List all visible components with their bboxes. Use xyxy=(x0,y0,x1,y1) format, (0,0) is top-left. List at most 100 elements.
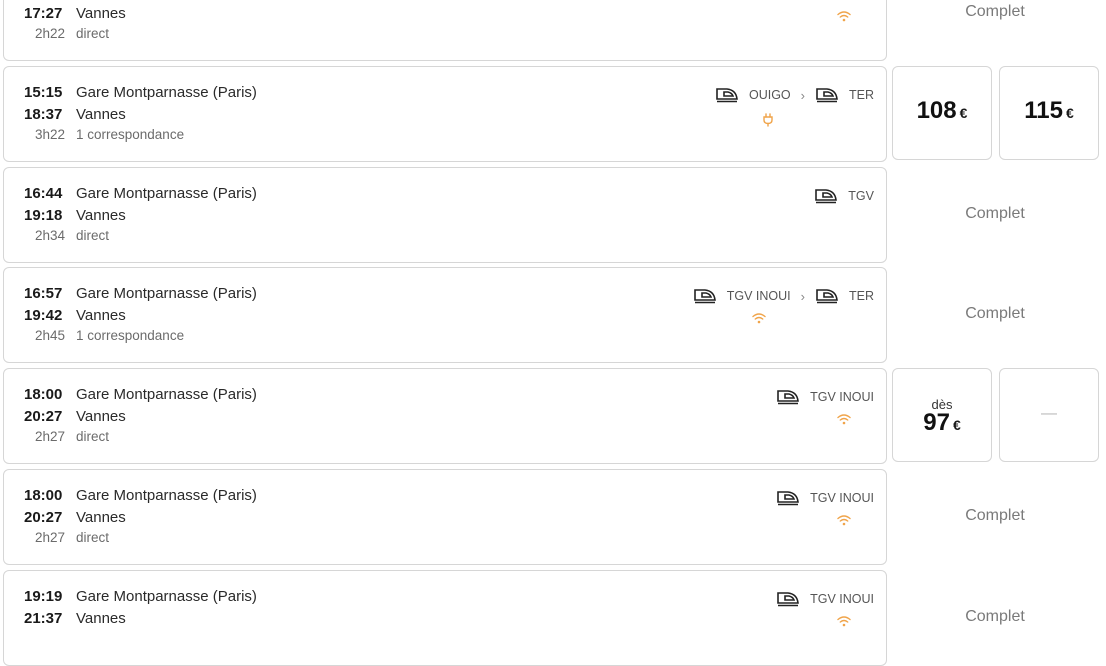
arrival-time: 19:42 xyxy=(24,307,63,324)
price-unavailable-dash: — xyxy=(1041,405,1057,422)
connections: 1 correspondance xyxy=(76,127,185,142)
arrival-line: 19:42 Vannes xyxy=(24,307,126,324)
wifi-icon xyxy=(751,311,767,325)
train-services: TGV xyxy=(814,188,874,204)
journey-card[interactable]: 17:27 Vannes 2h22 direct xyxy=(3,0,887,61)
wifi-icon xyxy=(836,513,852,527)
price-option[interactable]: 115 € xyxy=(999,66,1099,160)
price-amount: 108 xyxy=(916,97,957,124)
arrival-station: Vannes xyxy=(76,408,126,425)
train-services: TGV INOUI › TER xyxy=(693,288,874,304)
departure-time: 16:44 xyxy=(24,185,63,202)
journey-row: 18:00 Gare Montparnasse (Paris) 20:27 Vann… xyxy=(0,469,1106,565)
train-icon xyxy=(816,289,838,304)
service-tgv-inoui: TGV INOUI xyxy=(776,490,874,506)
arrival-station: Vannes xyxy=(76,509,126,526)
arrival-station: Vannes xyxy=(76,5,126,22)
departure-line: 15:15 Gare Montparnasse (Paris) xyxy=(24,84,257,101)
journey-row: 16:44 Gare Montparnasse (Paris) 19:18 Vann… xyxy=(0,167,1106,263)
service-label: TGV xyxy=(848,189,874,203)
status-complet: Complet xyxy=(965,3,1025,20)
service-label: TGV INOUI xyxy=(810,390,874,404)
departure-station: Gare Montparnasse (Paris) xyxy=(76,84,257,101)
status-complet: Complet xyxy=(965,608,1025,625)
duration-line: 2h27 direct xyxy=(24,429,109,444)
connections: direct xyxy=(76,228,110,243)
wifi-icon xyxy=(836,614,852,628)
arrival-line: 21:37 Vannes xyxy=(24,610,126,627)
journey-row: 15:15 Gare Montparnasse (Paris) 18:37 Vann… xyxy=(0,66,1106,162)
train-services: TGV INOUI xyxy=(776,591,874,607)
train-services: TGV INOUI xyxy=(776,490,874,506)
train-services: TGV INOUI xyxy=(776,389,874,405)
departure-line: 19:19 Gare Montparnasse (Paris) xyxy=(24,588,257,605)
train-icon xyxy=(777,592,799,607)
service-label: TGV INOUI xyxy=(726,289,791,303)
service-tgv-inoui: TGV INOUI xyxy=(776,591,874,607)
journey-card[interactable]: 16:44 Gare Montparnasse (Paris) 19:18 Vann… xyxy=(3,167,887,263)
departure-line: 16:44 Gare Montparnasse (Paris) xyxy=(24,185,257,202)
duration: 2h27 xyxy=(34,429,66,444)
arrival-time: 17:27 xyxy=(24,5,63,22)
journey-row: 18:00 Gare Montparnasse (Paris) 20:27 Vann… xyxy=(0,368,1106,464)
service-ouigo: OUIGO xyxy=(715,87,791,103)
arrival-time: 21:37 xyxy=(24,610,63,627)
departure-station: Gare Montparnasse (Paris) xyxy=(76,185,257,202)
service-ter: TER xyxy=(815,87,874,103)
service-label: TER xyxy=(849,289,874,303)
arrival-station: Vannes xyxy=(76,307,126,324)
departure-line: 18:00 Gare Montparnasse (Paris) xyxy=(24,487,257,504)
departure-station: Gare Montparnasse (Paris) xyxy=(76,386,257,403)
departure-time: 18:00 xyxy=(24,386,63,403)
train-icon xyxy=(777,390,799,405)
journey-card[interactable]: 18:00 Gare Montparnasse (Paris) 20:27 Vann… xyxy=(3,368,887,464)
service-ter: TER xyxy=(815,288,874,304)
train-icon xyxy=(777,491,799,506)
duration: 2h22 xyxy=(34,26,66,41)
service-label: TGV INOUI xyxy=(810,491,874,505)
service-tgv: TGV xyxy=(814,188,874,204)
price-option[interactable]: 108 € xyxy=(892,66,992,160)
arrival-time: 20:27 xyxy=(24,408,63,425)
duration-line: 2h27 direct xyxy=(24,530,109,545)
journey-row: 16:57 Gare Montparnasse (Paris) 19:42 Vann… xyxy=(0,267,1106,363)
price-amount: 97 xyxy=(923,409,950,436)
journey-card[interactable]: 18:00 Gare Montparnasse (Paris) 20:27 Vann… xyxy=(3,469,887,565)
status-complet: Complet xyxy=(965,507,1025,524)
arrival-station: Vannes xyxy=(76,207,126,224)
price-value: 115 € xyxy=(1000,97,1098,125)
price-option[interactable]: dès 97 € xyxy=(892,368,992,462)
status-complet: Complet xyxy=(965,205,1025,222)
service-tgv-inoui: TGV INOUI xyxy=(776,389,874,405)
status-complet: Complet xyxy=(965,305,1025,322)
journey-card[interactable]: 15:15 Gare Montparnasse (Paris) 18:37 Vann… xyxy=(3,66,887,162)
departure-time: 19:19 xyxy=(24,588,63,605)
duration: 2h27 xyxy=(34,530,66,545)
arrival-line: 19:18 Vannes xyxy=(24,207,126,224)
journey-row: 17:27 Vannes 2h22 direct Complet xyxy=(0,0,1106,61)
departure-station: Gare Montparnasse (Paris) xyxy=(76,487,257,504)
arrival-line: 20:27 Vannes xyxy=(24,408,126,425)
duration: 2h34 xyxy=(34,228,66,243)
plug-icon xyxy=(760,113,776,127)
chevron-right-icon: › xyxy=(800,288,805,304)
price-option-unavailable[interactable]: — xyxy=(999,368,1099,462)
departure-station: Gare Montparnasse (Paris) xyxy=(76,588,257,605)
duration-line: 2h22 direct xyxy=(24,26,109,41)
connections: direct xyxy=(76,26,110,41)
departure-line: 18:00 Gare Montparnasse (Paris) xyxy=(24,386,257,403)
departure-time: 18:00 xyxy=(24,487,63,504)
duration-line: 3h22 1 correspondance xyxy=(24,127,184,142)
connections: 1 correspondance xyxy=(76,328,185,343)
duration: 3h22 xyxy=(34,127,66,142)
currency-symbol: € xyxy=(952,417,961,433)
journey-card[interactable]: 16:57 Gare Montparnasse (Paris) 19:42 Vann… xyxy=(3,267,887,363)
departure-station: Gare Montparnasse (Paris) xyxy=(76,285,257,302)
service-label: OUIGO xyxy=(748,88,791,102)
train-icon xyxy=(815,189,838,204)
arrival-time: 18:37 xyxy=(24,106,63,123)
journey-card[interactable]: 19:19 Gare Montparnasse (Paris) 21:37 Vann… xyxy=(3,570,887,666)
train-services: OUIGO › TER xyxy=(715,87,874,103)
connections: direct xyxy=(76,429,110,444)
connections: direct xyxy=(76,530,110,545)
